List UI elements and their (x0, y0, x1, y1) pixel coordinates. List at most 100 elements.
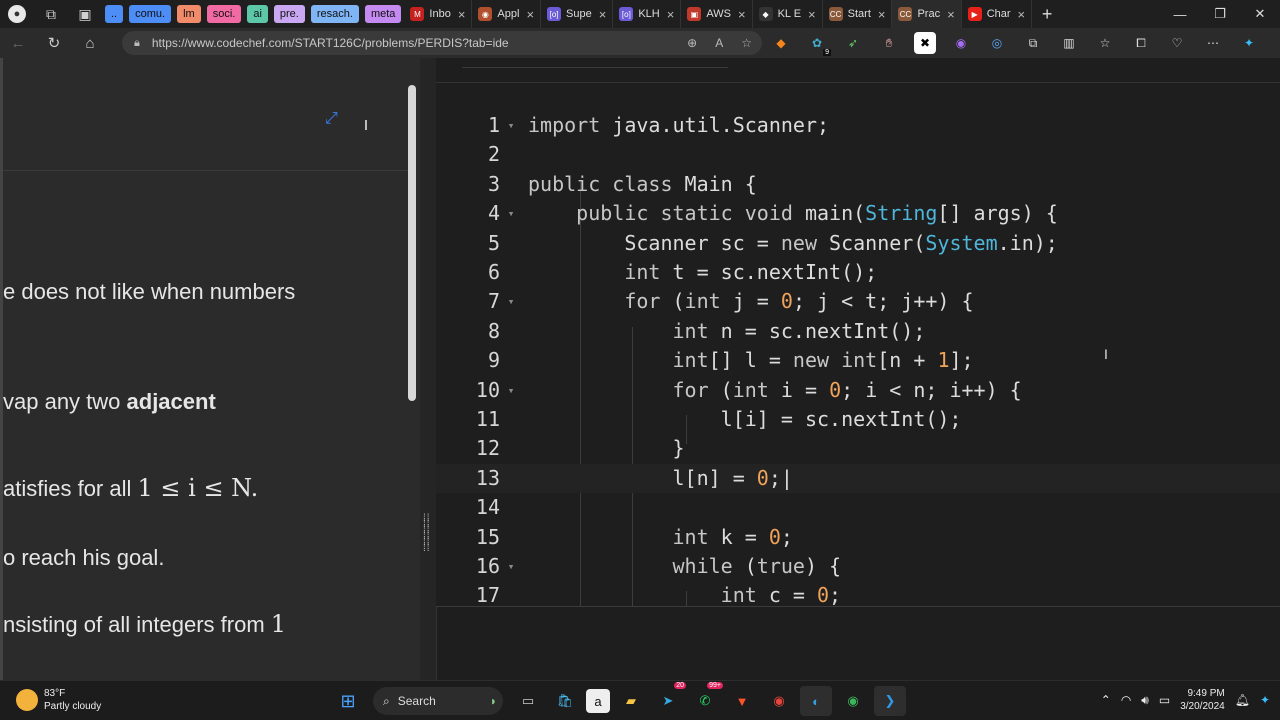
store-icon[interactable]: 🛍︎ (549, 686, 581, 716)
lock-icon[interactable]: 🔒︎ (134, 37, 140, 50)
copilot-taskbar-icon[interactable]: ✦ (1260, 693, 1270, 707)
splitter-grip-icon[interactable]: ⁞⁞ ⁞⁞ ⁞⁞ ⁞⁞ ⁞⁞ ⁞⁞ (423, 514, 433, 566)
collections-icon[interactable]: ⧠ (1130, 32, 1152, 54)
notification-icon[interactable]: 🔔︎ (1235, 693, 1250, 707)
tab-group-chip[interactable]: .. (105, 5, 124, 23)
back-button[interactable]: ← (0, 35, 36, 52)
tab-group-chip[interactable]: comu. (129, 5, 172, 23)
metamask-extension-icon[interactable]: ◆ (770, 32, 792, 54)
profile-avatar[interactable]: ● (0, 0, 34, 28)
settings-menu-icon[interactable]: ⋯ (1202, 32, 1224, 54)
code-line[interactable]: 17 int c = 0; (436, 581, 1280, 606)
home-button[interactable]: ⌂ (72, 35, 108, 52)
fold-chevron-icon[interactable]: ▾ (504, 199, 518, 228)
code-line[interactable]: 14 (436, 493, 1280, 522)
file-explorer-icon[interactable]: ▰ (615, 686, 647, 716)
code-line[interactable]: 10 ▾ for (int i = 0; i < n; i++) { (436, 376, 1280, 405)
code-line[interactable]: 11 l[i] = sc.nextInt(); (436, 405, 1280, 434)
browser-tab[interactable]: CC Start × (823, 0, 893, 28)
copilot-icon[interactable]: ✦ (1238, 32, 1260, 54)
brave-icon[interactable]: ▼ (726, 686, 758, 716)
battery-icon[interactable]: ▭ (1159, 693, 1170, 707)
problem-scrollbar[interactable] (408, 85, 416, 401)
workspaces-icon[interactable]: ⧉ (34, 0, 68, 28)
code-line[interactable]: 5 Scanner sc = new Scanner(System.in); (436, 229, 1280, 258)
amazon-icon[interactable]: a (586, 689, 610, 713)
browser-essentials-icon[interactable]: ♡ (1166, 32, 1188, 54)
tray-overflow-icon[interactable]: ⌃ (1101, 693, 1111, 707)
blue-extension-icon[interactable]: ◎ (986, 32, 1008, 54)
read-aloud-icon[interactable]: A (715, 36, 723, 50)
code-line[interactable]: 15 int k = 0; (436, 523, 1280, 552)
close-tab-icon[interactable]: × (808, 7, 816, 22)
code-line[interactable]: 7 ▾ for (int j = 0; j < t; j++) { (436, 287, 1280, 316)
refresh-button[interactable]: ↻ (36, 34, 72, 52)
close-tab-icon[interactable]: × (947, 7, 955, 22)
panel-splitter[interactable] (420, 58, 436, 680)
browser-tab[interactable]: ◉ Appl × (472, 0, 542, 28)
code-line[interactable]: 6 int t = sc.nextInt(); (436, 258, 1280, 287)
edge-icon[interactable]: ◐ (800, 686, 832, 716)
chrome-icon[interactable]: ◉ (763, 686, 795, 716)
expand-icon[interactable]: ⤢ (325, 110, 338, 128)
code-line[interactable]: 12 } (436, 434, 1280, 463)
tab-group-chip[interactable]: pre. (273, 5, 305, 23)
close-tab-icon[interactable]: × (667, 7, 675, 22)
code-line[interactable]: 13 l[n] = 0;| (436, 463, 1280, 494)
fold-chevron-icon[interactable]: ▾ (504, 552, 518, 581)
browser-tab[interactable]: ◆ KL E × (753, 0, 823, 28)
browser-tab[interactable]: ▶ Char × (962, 0, 1033, 28)
maximize-button[interactable]: ❐ (1200, 0, 1240, 28)
rocket-extension-icon[interactable]: ➶ (842, 32, 864, 54)
browser-tab[interactable]: CC Prac × (892, 0, 962, 28)
code-line[interactable]: 2 (436, 140, 1280, 169)
code-line[interactable]: 1 ▾ import java.util.Scanner; (436, 111, 1280, 140)
address-bar[interactable]: 🔒︎ https://www.codechef.com/START126C/pr… (122, 31, 762, 55)
hand-extension-icon[interactable]: ✋︎ (878, 32, 900, 54)
code-line[interactable]: 8 int n = sc.nextInt(); (436, 317, 1280, 346)
split-screen-icon[interactable]: ▥ (1058, 32, 1080, 54)
whatsapp-icon[interactable]: ✆ 99+ (689, 682, 723, 716)
task-view-icon[interactable]: ▭ (512, 686, 544, 716)
browser-tab[interactable]: M Inbo × (404, 0, 473, 28)
favorite-star-icon[interactable]: ☆ (741, 36, 752, 50)
vscode-icon[interactable]: ❯ (874, 686, 906, 716)
tab-group-chip[interactable]: soci. (206, 5, 242, 23)
windows-start-icon[interactable]: ⊞ (332, 686, 364, 716)
close-tab-icon[interactable]: × (1018, 7, 1026, 22)
close-tab-icon[interactable]: × (738, 7, 746, 22)
code-line[interactable]: 3 public class Main { (436, 170, 1280, 199)
new-tab-button[interactable]: + (1032, 4, 1062, 25)
fold-chevron-icon[interactable]: ▾ (504, 111, 518, 140)
favorites-icon[interactable]: ☆ (1094, 32, 1116, 54)
close-window-button[interactable]: ✕ (1240, 0, 1280, 28)
tab-group-chip[interactable]: resach. (310, 5, 359, 23)
code-line[interactable]: 16 ▾ while (true) { (436, 552, 1280, 581)
purple-extension-icon[interactable]: ◉ (950, 32, 972, 54)
wifi-icon[interactable]: ◠ (1121, 693, 1131, 707)
extensions-puzzle-icon[interactable]: ⧉ (1022, 32, 1044, 54)
close-tab-icon[interactable]: × (599, 7, 607, 22)
extension-badge-icon[interactable]: ✿ 9 (806, 32, 831, 56)
close-tab-icon[interactable]: × (878, 7, 886, 22)
close-tab-icon[interactable]: × (458, 7, 466, 22)
zoom-icon[interactable]: ⊕ (687, 36, 697, 50)
code-line[interactable]: 9 int[] l = new int[n + 1]; (436, 346, 1280, 375)
telegram-icon[interactable]: ➤ 20 (652, 682, 686, 716)
tab-group-chip[interactable]: lm (177, 5, 201, 23)
code-editor[interactable]: 1 ▾ import java.util.Scanner; 2 3 public clas… (436, 83, 1280, 606)
browser-tab[interactable]: ▣ AWS × (681, 0, 753, 28)
taskbar-search[interactable]: ⌕ Search ◗ (373, 687, 503, 715)
clock[interactable]: 9:49 PM 3/20/2024 (1180, 687, 1225, 713)
volume-icon[interactable]: 🔊︎ (1141, 693, 1149, 708)
browser-tab[interactable]: [o] KLH × (613, 0, 682, 28)
minimize-button[interactable]: — (1160, 0, 1200, 28)
close-tab-icon[interactable]: × (526, 7, 534, 22)
tab-group-chip[interactable]: ai (247, 5, 268, 23)
chrome-profile-icon[interactable]: ◉ (837, 686, 869, 716)
browser-tab[interactable]: [o] Supe × (541, 0, 614, 28)
weather-widget[interactable]: 83°F Partly cloudy (16, 687, 101, 713)
tab-actions-icon[interactable]: ▣ (68, 0, 102, 28)
code-line[interactable]: 4 ▾ public static void main(String[] args… (436, 199, 1280, 228)
grid-extension-icon[interactable]: ✖ (914, 32, 936, 54)
